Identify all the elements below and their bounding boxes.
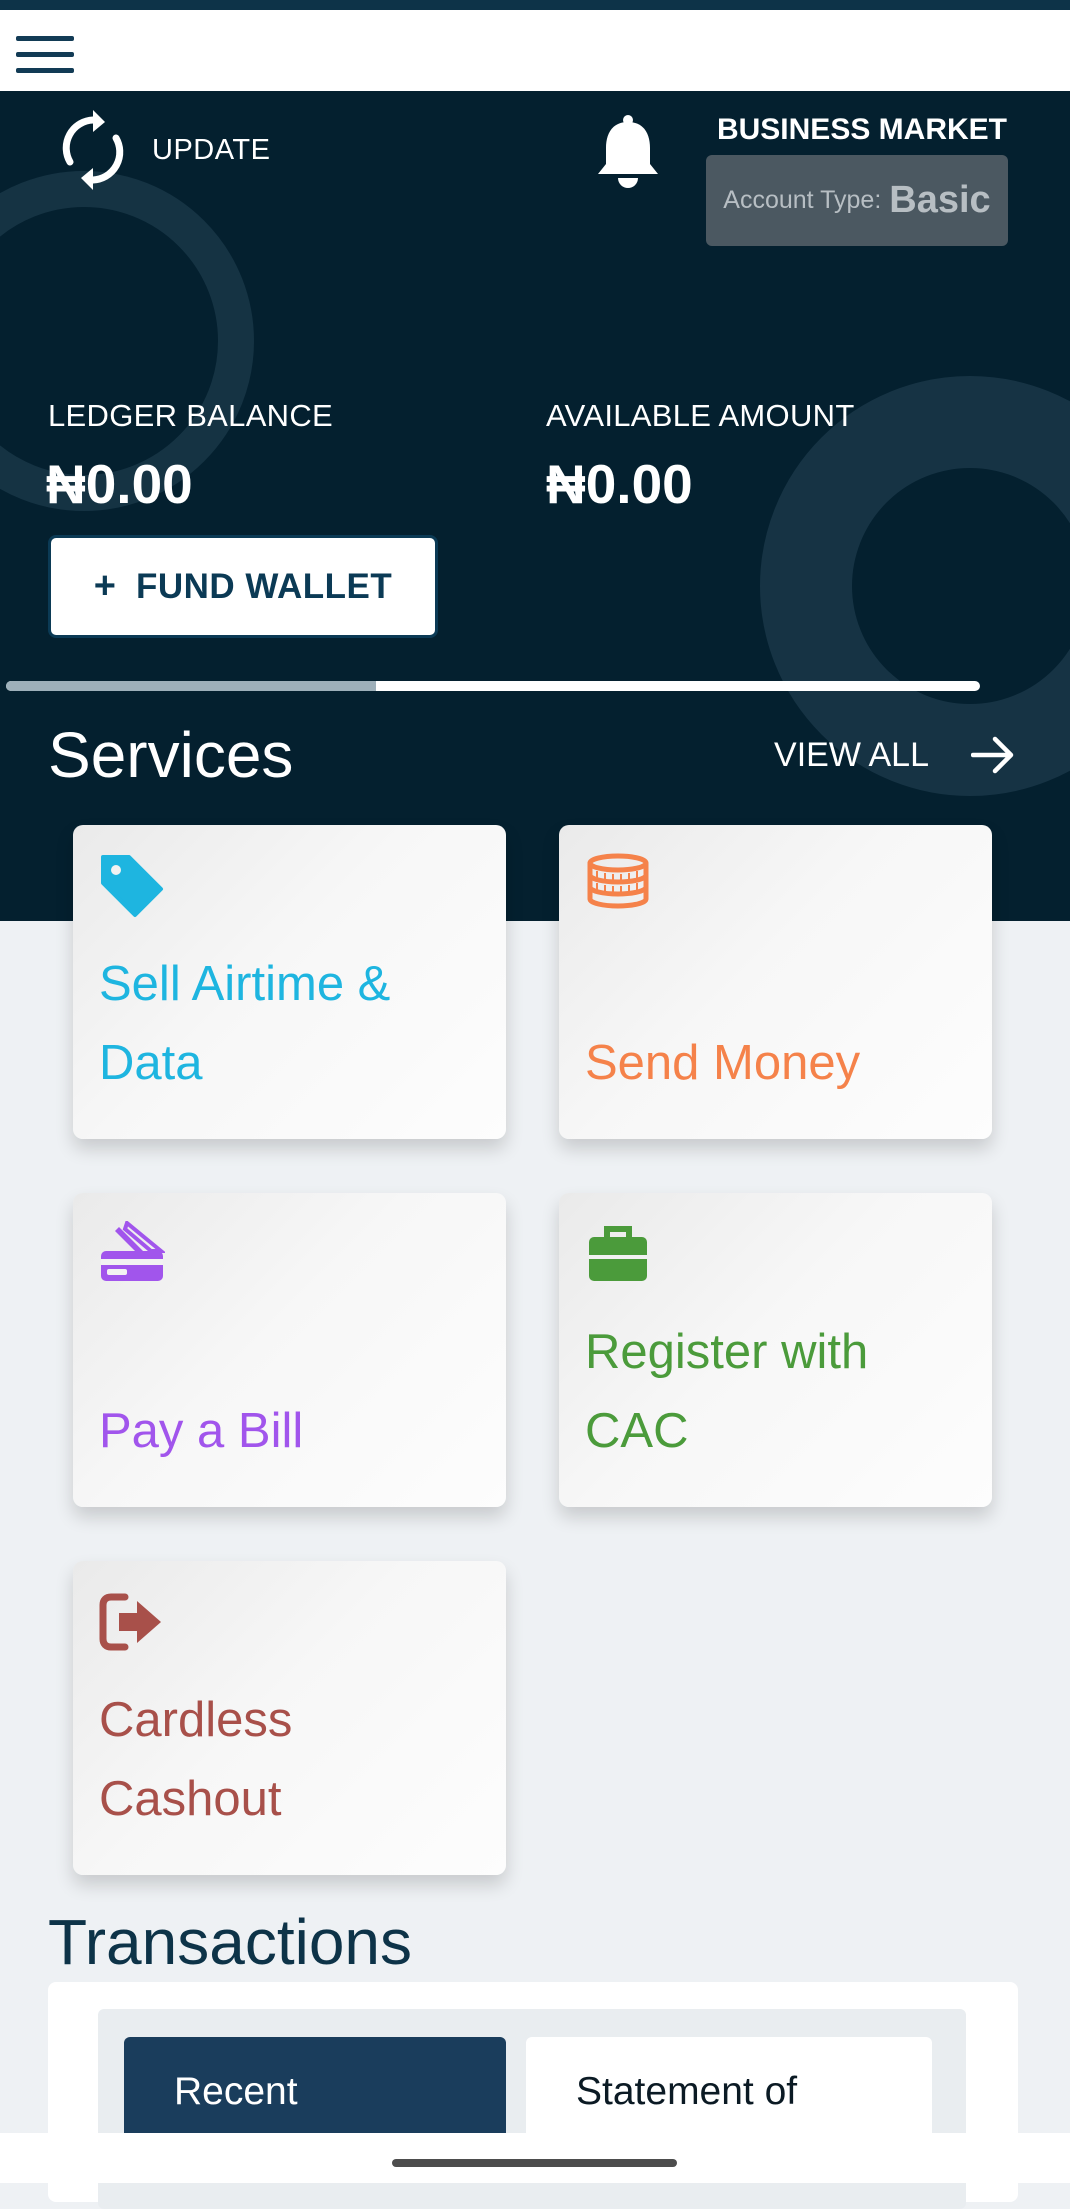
tab-recent[interactable]: Recent	[124, 2037, 506, 2147]
system-nav-bar	[0, 2133, 1070, 2183]
coins-icon	[587, 853, 649, 909]
ledger-balance-value: ₦0.00	[46, 453, 193, 515]
service-card-register-cac[interactable]: Register with CAC	[559, 1193, 992, 1507]
fund-wallet-button[interactable]: + FUND WALLET	[48, 535, 438, 638]
arrow-right-icon	[971, 736, 1014, 774]
service-label: Send Money	[585, 1036, 861, 1090]
service-card-pay-bill[interactable]: Pay a Bill	[73, 1193, 506, 1507]
app-bar	[0, 10, 1070, 91]
tab-statement[interactable]: Statement of	[526, 2037, 932, 2147]
credit-card-icon	[101, 1221, 165, 1281]
service-card-sell-airtime[interactable]: Sell Airtime & Data	[73, 825, 506, 1139]
available-amount-label: AVAILABLE AMOUNT	[546, 398, 855, 433]
business-name: BUSINESS MARKET	[716, 113, 1007, 146]
service-label: Sell Airtime & Data	[99, 957, 391, 1090]
refresh-icon	[62, 110, 124, 190]
plus-icon: +	[93, 565, 116, 607]
service-card-cardless-cashout[interactable]: Cardless Cashout	[73, 1561, 506, 1875]
account-type-badge: Account Type: Basic	[706, 155, 1008, 246]
service-label: Cardless Cashout	[99, 1693, 293, 1826]
service-label: Register with CAC	[585, 1325, 869, 1458]
update-button[interactable]: UPDATE	[60, 110, 270, 190]
status-strip	[0, 0, 1070, 10]
bell-icon[interactable]	[596, 114, 660, 190]
briefcase-icon	[589, 1226, 647, 1281]
sign-out-icon	[99, 1593, 161, 1651]
fund-wallet-label: FUND WALLET	[135, 566, 393, 606]
menu-icon[interactable]	[16, 32, 74, 76]
ledger-balance-label: LEDGER BALANCE	[48, 398, 334, 433]
home-indicator[interactable]	[392, 2159, 677, 2167]
account-type-value: Basic	[889, 179, 991, 221]
view-all-button[interactable]: VIEW ALL	[774, 733, 1015, 777]
account-type-label: Account Type:	[723, 186, 882, 214]
service-label: Pay a Bill	[99, 1404, 304, 1458]
update-label: UPDATE	[152, 133, 271, 166]
carousel-progress-fill	[6, 681, 377, 691]
transactions-title: Transactions	[48, 1906, 412, 1978]
carousel-progress	[6, 681, 980, 691]
wallet-header: UPDATE BUSINESS MARKET Account Type: Bas…	[0, 91, 1070, 921]
tag-icon	[101, 855, 163, 917]
available-amount-value: ₦0.00	[546, 453, 693, 515]
services-title: Services	[48, 719, 294, 791]
service-card-send-money[interactable]: Send Money	[559, 825, 992, 1139]
view-all-label: VIEW ALL	[774, 735, 929, 774]
